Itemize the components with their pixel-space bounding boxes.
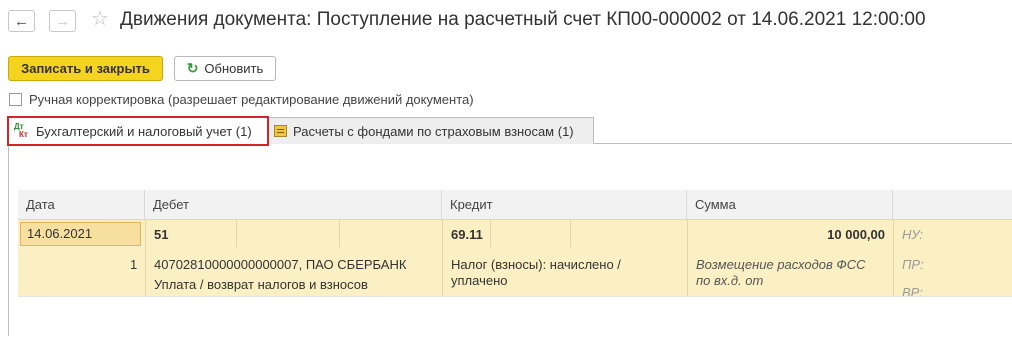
- manual-adjust-label[interactable]: Ручная корректировка (разрешает редактир…: [29, 92, 474, 107]
- content-line-2: по вх.д. от: [696, 273, 764, 288]
- credit-subconto[interactable]: Налог (взносы): начислено /: [451, 257, 621, 272]
- page-title: Движения документа: Поступление на расче…: [120, 9, 926, 30]
- column-extra: [893, 190, 1012, 220]
- row-number: 1: [130, 257, 138, 272]
- forward-button[interactable]: →: [49, 10, 76, 32]
- refresh-button[interactable]: ↻ Обновить: [174, 56, 276, 81]
- content-line-1[interactable]: Возмещение расходов ФСС: [696, 257, 866, 272]
- credit-account[interactable]: 69.11: [451, 227, 483, 242]
- tab-insurance-funds-label: Расчеты с фондами по страховым взносам (…: [293, 123, 574, 139]
- column-debit[interactable]: Дебет: [145, 190, 442, 220]
- panel-border: [8, 144, 9, 336]
- debit-subconto[interactable]: 40702810000000000007, ПАО СБЕРБАНК: [154, 257, 406, 272]
- row-divider: [339, 220, 340, 247]
- debit-account[interactable]: 51: [154, 227, 168, 242]
- arrow-left-icon: ←: [14, 12, 29, 30]
- tab-accounting[interactable]: Дт Кт Бухгалтерский и налоговый учет (1): [7, 116, 269, 146]
- amount-value[interactable]: 10 000,00: [827, 227, 885, 242]
- postings-grid[interactable]: Дата Дебет Кредит Сумма 14.06.2021 1 51 …: [18, 190, 1012, 337]
- debit-subconto-2[interactable]: Уплата / возврат налогов и взносов: [154, 277, 368, 292]
- refresh-icon: ↻: [186, 60, 199, 76]
- grid-empty-area: [18, 296, 1012, 337]
- table-row[interactable]: 14.06.2021 1 51 40702810000000000007, ПА…: [18, 220, 1012, 300]
- row-divider: [570, 220, 571, 247]
- nu-label: НУ:: [902, 227, 924, 242]
- register-icon: [274, 125, 287, 137]
- column-credit[interactable]: Кредит: [442, 190, 687, 220]
- pr-label: ПР:: [902, 257, 924, 272]
- row-divider: [236, 220, 237, 247]
- grid-header: Дата Дебет Кредит Сумма: [18, 190, 1012, 220]
- arrow-right-icon: →: [55, 12, 70, 30]
- refresh-label: Обновить: [204, 61, 264, 76]
- back-button[interactable]: ←: [8, 10, 35, 32]
- row-divider: [490, 220, 491, 247]
- tab-insurance-funds[interactable]: Расчеты с фондами по страховым взносам (…: [267, 117, 594, 144]
- row-divider: [442, 220, 443, 296]
- manual-adjust-checkbox[interactable]: [9, 93, 22, 106]
- column-date[interactable]: Дата: [18, 190, 145, 220]
- row-divider: [893, 220, 894, 296]
- tab-accounting-label: Бухгалтерский и налоговый учет (1): [36, 123, 252, 139]
- save-and-close-button[interactable]: Записать и закрыть: [8, 56, 163, 81]
- column-amount[interactable]: Сумма: [687, 190, 893, 220]
- dt-kt-icon: Дт Кт: [14, 122, 28, 139]
- row-divider: [687, 220, 688, 296]
- credit-subconto-cont: уплачено: [451, 273, 508, 288]
- star-icon[interactable]: ☆: [91, 8, 109, 30]
- row-divider: [145, 220, 146, 296]
- date-cell[interactable]: 14.06.2021: [20, 222, 141, 246]
